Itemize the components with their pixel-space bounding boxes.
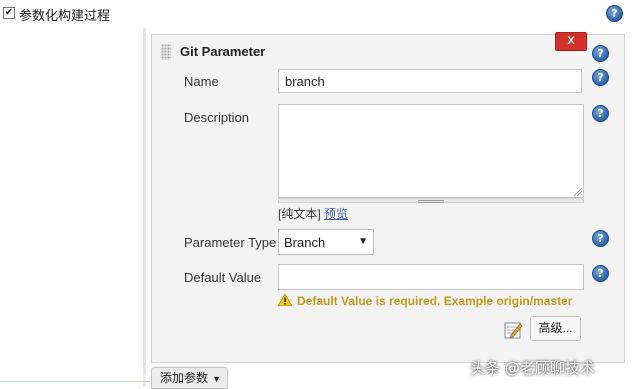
green-divider	[0, 381, 150, 382]
gutter-divider	[143, 28, 146, 387]
chevron-down-icon: ▼	[212, 374, 221, 384]
drag-handle-icon[interactable]	[161, 44, 171, 60]
name-input[interactable]: branch	[278, 69, 582, 93]
parameter-type-select[interactable]: Branch ▼	[278, 229, 374, 255]
help-icon-name[interactable]: ?	[592, 69, 609, 86]
parameterized-build-row: ✔ 参数化构建过程 ?	[0, 0, 640, 28]
textarea-resize-bar[interactable]	[278, 198, 584, 203]
help-icon-title[interactable]: ?	[592, 45, 609, 62]
parameter-type-value: Branch	[284, 235, 326, 250]
watermark: 头条 @老顾聊技术	[470, 359, 595, 377]
add-parameter-label: 添加参数	[160, 371, 209, 385]
parameter-type-label: Parameter Type	[184, 235, 277, 250]
help-icon-description[interactable]: ?	[592, 105, 609, 122]
resize-grip-icon[interactable]	[574, 188, 582, 196]
default-value-input[interactable]	[278, 264, 584, 290]
add-parameter-button[interactable]: 添加参数 ▼	[151, 367, 228, 389]
warning-triangle-icon	[278, 294, 292, 306]
warning-text: Default Value is required. Example origi…	[297, 294, 573, 308]
delete-parameter-button[interactable]: X	[555, 32, 587, 51]
text-format-row: [纯文本] 预览	[278, 205, 348, 222]
validation-warning: Default Value is required. Example origi…	[278, 294, 572, 308]
git-parameter-panel: Git Parameter X Name branch Description …	[151, 32, 625, 363]
parameterized-build-label: 参数化构建过程	[19, 8, 111, 23]
advanced-button[interactable]: 高级...	[530, 316, 581, 341]
description-textarea[interactable]	[278, 104, 584, 198]
name-label: Name	[184, 74, 219, 89]
parameterized-build-checkbox[interactable]: ✔	[3, 7, 15, 19]
plain-text-label: [纯文本]	[278, 207, 321, 221]
help-icon[interactable]: ?	[606, 5, 623, 22]
description-label: Description	[184, 110, 250, 125]
notepad-pencil-icon[interactable]	[504, 320, 524, 340]
chevron-down-icon: ▼	[358, 236, 368, 247]
panel-title: Git Parameter	[180, 44, 266, 59]
help-icon-parameter-type[interactable]: ?	[592, 230, 609, 247]
left-gutter	[0, 28, 146, 387]
default-value-label: Default Value	[184, 270, 262, 285]
help-icon-default-value[interactable]: ?	[592, 265, 609, 282]
preview-link[interactable]: 预览	[324, 207, 348, 221]
